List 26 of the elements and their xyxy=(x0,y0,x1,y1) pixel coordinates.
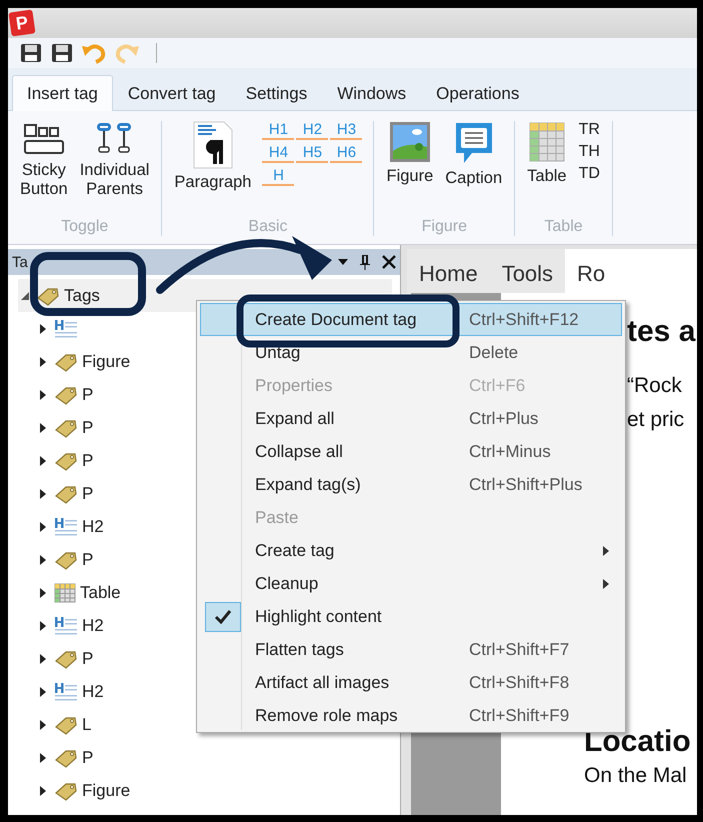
tree-item-label: P xyxy=(82,748,94,768)
group-label: Toggle xyxy=(61,218,108,236)
document-heading: Locatio xyxy=(584,725,692,759)
tree-item-label: H2 xyxy=(82,616,104,636)
group-label: Figure xyxy=(422,218,467,236)
group-label: Basic xyxy=(248,218,288,236)
document-text: “Rock xyxy=(627,373,683,399)
tree-item-label: P xyxy=(82,648,94,668)
tree-item-label: H2 xyxy=(82,682,104,702)
tree-item-label: L xyxy=(82,714,92,734)
app-logo: P xyxy=(8,9,36,37)
document-text: et pric xyxy=(627,407,686,433)
group-label: Table xyxy=(544,218,583,236)
pane-title: Ta xyxy=(12,254,29,270)
tree-item-label: Figure xyxy=(82,780,130,800)
document-heading: tes a xyxy=(627,315,697,349)
tree-item-label: P xyxy=(82,384,94,404)
tree-item-label: Tags xyxy=(64,286,100,306)
document-text: On the Mal xyxy=(584,763,688,789)
tree-item-label: P xyxy=(82,418,94,438)
tree-item-label: P xyxy=(82,450,94,470)
tree-item-label: P xyxy=(82,550,94,570)
tree-item-label: Table xyxy=(80,582,121,602)
tree-item-label: P xyxy=(82,484,94,504)
tree-item-label: H2 xyxy=(82,516,104,536)
tree-item-label: Figure xyxy=(82,352,130,372)
